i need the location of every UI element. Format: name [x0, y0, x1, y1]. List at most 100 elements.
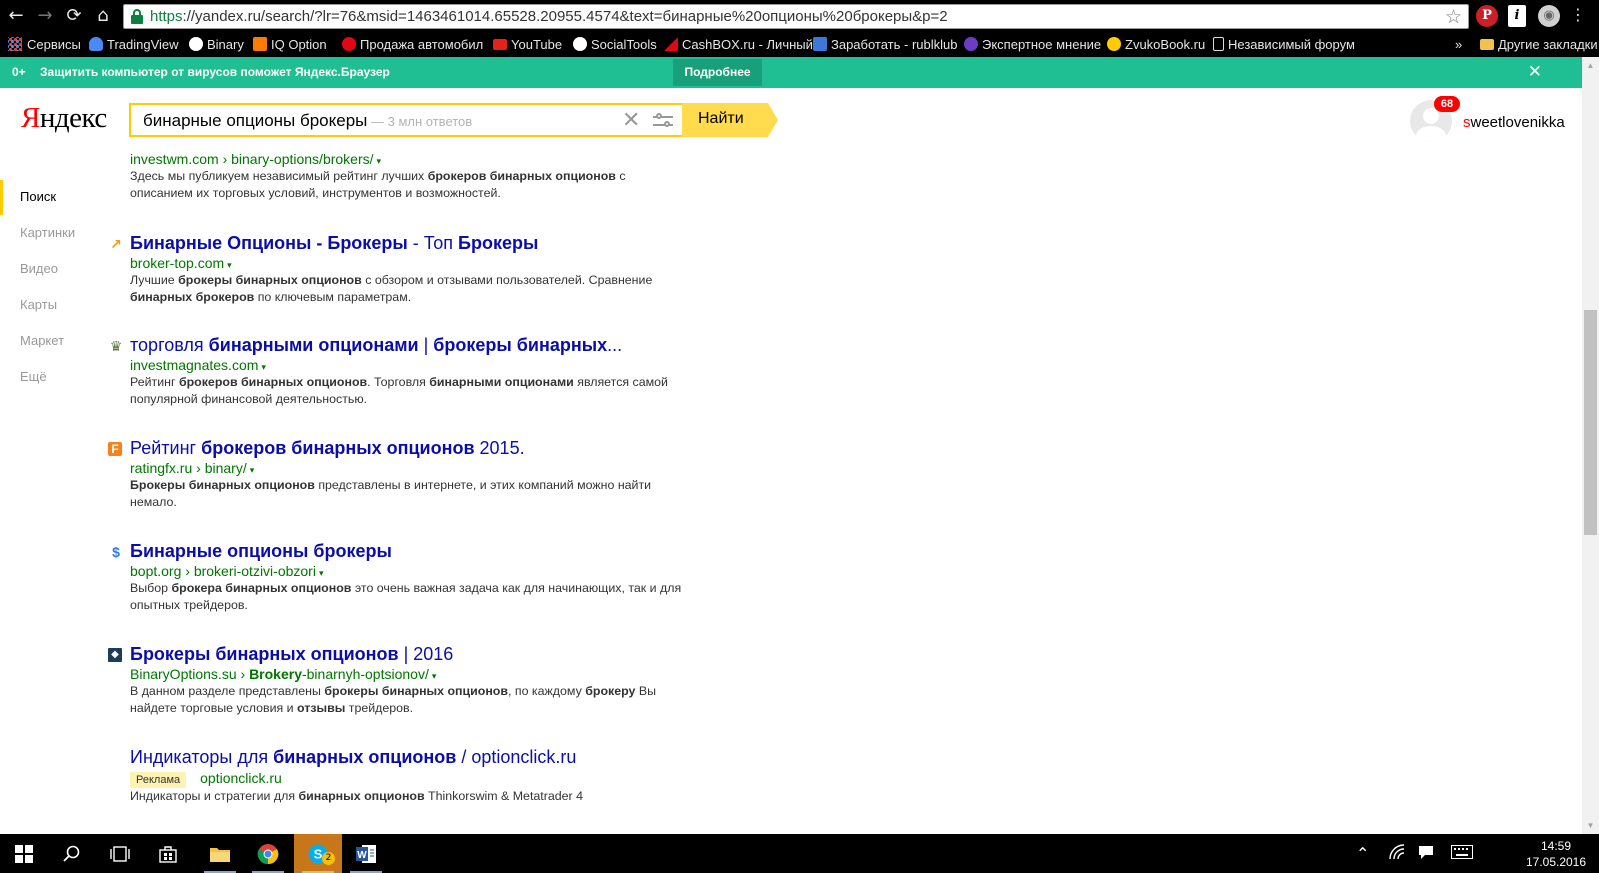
expert-icon [964, 37, 978, 51]
search-result-ad: Индикаторы для бинарных опционов / optio… [108, 746, 808, 806]
find-button[interactable]: Найти [682, 103, 778, 137]
search-input[interactable]: бинарные опционы брокеры — 3 млн ответов… [129, 103, 682, 137]
binary-icon [189, 37, 203, 51]
crown-icon: ♛ [109, 338, 123, 354]
nav-video[interactable]: Видео [20, 261, 58, 276]
word-icon[interactable]: W [342, 834, 390, 873]
bookmark-socialtools[interactable]: SocialTools [573, 36, 657, 54]
result-title[interactable]: Бинарные опционы брокеры [130, 540, 392, 562]
bookmark-other[interactable]: Другие закладки [1480, 36, 1598, 54]
promo-more-button[interactable]: Подробнее [673, 59, 762, 86]
search-header: Яндекс бинарные опционы брокеры — 3 млн … [0, 88, 1582, 150]
bookmark-star-icon[interactable]: ☆ [1445, 6, 1462, 28]
result-url[interactable]: bopt.org › brokeri-otzivi-obzori ▾ [130, 562, 324, 582]
scroll-up-icon[interactable]: ▲ [1582, 57, 1599, 74]
reload-icon[interactable]: ⟳ [63, 5, 85, 27]
bookmark-car-sales[interactable]: Продажа автомобил [342, 36, 483, 54]
ad-snippet: Индикаторы и стратегии для бинарных опци… [130, 789, 583, 803]
result-url[interactable]: broker-top.com ▾ [130, 254, 232, 274]
home-icon[interactable]: ⌂ [92, 5, 114, 27]
result-title[interactable]: Брокеры бинарных опционов | 2016 [130, 643, 453, 665]
menu-icon[interactable]: ⋮ [1568, 5, 1588, 27]
iq-option-icon [253, 37, 267, 51]
screen: ← → ⟳ ⌂ https://yandex.ru/search/?lr=76&… [0, 0, 1599, 873]
promo-message[interactable]: Защитить компьютер от вирусов поможет Ян… [40, 65, 390, 79]
info-extension-icon[interactable]: i [1508, 5, 1526, 27]
windows-start-icon[interactable] [0, 834, 48, 873]
scroll-down-icon[interactable]: ▼ [1582, 817, 1599, 834]
bookmark-cashbox[interactable]: CashBOX.ru - Личный [664, 36, 813, 54]
tray-expand-icon[interactable]: ⌃ [1356, 844, 1369, 863]
result-title[interactable]: Рейтинг брокеров бинарных опционов 2015. [130, 437, 525, 459]
clear-search-icon[interactable]: ✕ [622, 108, 640, 133]
system-clock[interactable]: 14:59 17.05.2016 [1524, 838, 1588, 870]
result-snippet: Брокеры бинарных опционов представлены в… [130, 478, 652, 509]
url-scheme: https [150, 8, 183, 25]
notification-badge[interactable]: 68 [1434, 96, 1460, 112]
search-result-partial: investwm.com › binary-options/brokers/▾ … [108, 150, 808, 205]
back-icon[interactable]: ← [5, 5, 27, 27]
cloud-icon [89, 37, 103, 51]
bookmark-iq-option[interactable]: IQ Option [253, 36, 327, 54]
result-snippet: Рейтинг брокеров бинарных опционов. Торг… [130, 375, 668, 406]
search-query[interactable]: бинарные опционы брокеры [143, 111, 367, 130]
username[interactable]: sweetlovenikka [1463, 114, 1565, 131]
nav-market[interactable]: Маркет [20, 333, 64, 348]
result-title[interactable]: торговля бинарными опционами | брокеры б… [130, 334, 622, 356]
ratingfx-f-icon: F [108, 442, 122, 456]
nav-maps[interactable]: Карты [20, 297, 57, 312]
profile-extension-icon[interactable]: ◉ [1538, 5, 1560, 27]
bookmark-youtube[interactable]: YouTube [493, 36, 562, 54]
bookmarks-bar: Сервисы TradingView Binary IQ Option Про… [0, 33, 1599, 57]
result-url[interactable]: investmagnates.com ▾ [130, 356, 266, 376]
address-bar[interactable]: https://yandex.ru/search/?lr=76&msid=146… [123, 4, 1469, 29]
bookmark-apps[interactable]: Сервисы [8, 36, 81, 54]
binaryoptions-icon: ◆ [108, 648, 122, 662]
bookmark-rublklub[interactable]: Заработать - rublklub [813, 36, 958, 54]
bookmark-tradingview[interactable]: TradingView [89, 36, 179, 54]
search-settings-icon[interactable] [653, 113, 673, 129]
file-explorer-icon[interactable] [196, 834, 244, 873]
search-result: $ Бинарные опционы брокеры bopt.org › br… [108, 540, 808, 620]
bookmark-expert[interactable]: Экспертное мнение [964, 36, 1101, 54]
bookmark-zvukobook[interactable]: ZvukoBook.ru [1107, 36, 1205, 54]
clock-date: 17.05.2016 [1525, 855, 1587, 869]
result-url[interactable]: BinaryOptions.su › Brokery-binarnyh-opts… [130, 665, 436, 685]
bookmarks-overflow-icon[interactable]: » [1455, 36, 1462, 54]
notifications-icon[interactable] [1418, 844, 1434, 864]
yandex-logo[interactable]: Яндекс [21, 102, 107, 135]
url-text[interactable]: https://yandex.ru/search/?lr=76&msid=146… [150, 8, 948, 26]
bookmark-binary[interactable]: Binary [189, 36, 244, 54]
nav-images[interactable]: Картинки [20, 225, 75, 240]
promo-close-icon[interactable]: ✕ [1528, 62, 1542, 82]
browser-toolbar: ← → ⟳ ⌂ https://yandex.ru/search/?lr=76&… [0, 0, 1599, 33]
page-scrollbar[interactable]: ▲ ▼ [1582, 57, 1599, 834]
ad-title[interactable]: Индикаторы для бинарных опционов / optio… [130, 746, 576, 768]
result-title[interactable]: Бинарные Опционы - Брокеры - Топ Брокеры [130, 232, 538, 254]
pinterest-extension-icon[interactable]: P [1476, 5, 1498, 27]
ad-url[interactable]: Реклама optionclick.ru [130, 769, 282, 788]
nav-more[interactable]: Ещё [20, 369, 47, 384]
result-url[interactable]: ratingfx.ru › binary/▾ [130, 459, 254, 479]
forward-icon[interactable]: → [34, 5, 56, 27]
task-view-icon[interactable] [96, 834, 144, 873]
youtube-icon [493, 39, 507, 50]
car-icon [342, 37, 356, 51]
store-icon[interactable] [144, 834, 192, 873]
result-snippet: Здесь мы публикуем независимый рейтинг л… [130, 169, 626, 200]
svg-text:W: W [357, 850, 367, 861]
keyboard-icon[interactable] [1451, 844, 1473, 863]
chrome-icon[interactable] [244, 834, 292, 873]
clock-time: 14:59 [1540, 839, 1572, 853]
skype-icon[interactable]: S 2 [294, 834, 342, 873]
result-url[interactable]: investwm.com › binary-options/brokers/▾ [130, 150, 381, 170]
ad-label: Реклама [130, 772, 187, 788]
age-rating: 0+ [12, 65, 26, 79]
wifi-icon[interactable] [1389, 844, 1405, 864]
nav-search[interactable]: Поиск [20, 189, 56, 204]
bookmark-forum[interactable]: Независимый форум [1213, 36, 1355, 54]
search-icon[interactable] [48, 834, 96, 873]
rublklub-icon [813, 37, 827, 51]
scroll-thumb[interactable] [1584, 310, 1597, 535]
socialtools-icon [573, 37, 587, 51]
